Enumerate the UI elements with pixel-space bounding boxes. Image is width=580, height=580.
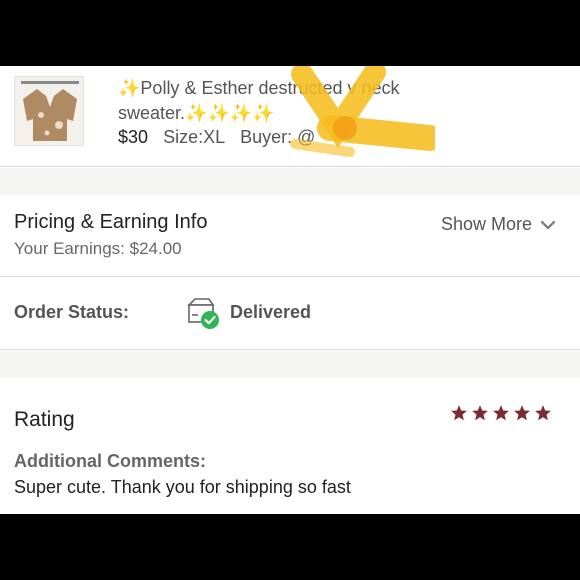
chevron-down-icon — [540, 220, 556, 229]
pricing-title: Pricing & Earning Info — [14, 211, 208, 233]
star-rating — [450, 404, 552, 422]
delivered-package-icon — [187, 298, 219, 329]
show-more-button[interactable]: Show More — [441, 214, 556, 235]
pricing-section: Pricing & Earning Info Your Earnings: $2… — [0, 195, 580, 277]
section-spacer — [0, 168, 580, 195]
listing-thumbnail[interactable] — [14, 76, 84, 146]
order-details-screen: ✨Polly & Esther destructed v neck sweate… — [0, 66, 580, 514]
comments-label: Additional Comments: — [14, 451, 206, 471]
section-spacer — [0, 351, 580, 378]
order-status-section: Order Status: Delivered — [0, 278, 580, 350]
star-icon — [535, 405, 551, 421]
listing-row[interactable]: ✨Polly & Esther destructed v neck sweate… — [0, 66, 580, 167]
listing-price: $30 — [118, 127, 149, 147]
star-icon — [451, 405, 467, 421]
listing-title-line1: Polly & Esther destructed v neck — [140, 78, 400, 98]
comments-text: Super cute. Thank you for shipping so fa… — [14, 477, 351, 497]
listing-title-line2: sweater. — [118, 103, 186, 123]
show-more-label: Show More — [440, 214, 532, 234]
star-icon — [514, 405, 530, 421]
sparkles-icon: ✨✨✨✨ — [185, 103, 275, 123]
order-status-value: Delivered — [230, 302, 312, 322]
listing-meta: $30 Size:XL Buyer: @ — [118, 127, 315, 148]
order-status-label: Order Status: — [14, 302, 130, 322]
listing-title[interactable]: ✨Polly & Esther destructed v neck sweate… — [118, 76, 438, 126]
sparkles-icon: ✨ — [118, 78, 141, 98]
star-icon — [472, 405, 488, 421]
rating-section: Rating Additional Comments: Super cute. … — [0, 378, 580, 514]
rating-title: Rating — [14, 408, 75, 431]
listing-size: Size:XL — [163, 127, 226, 147]
listing-buyer[interactable]: Buyer: @ — [240, 127, 315, 147]
earnings-value: Your Earnings: $24.00 — [14, 239, 182, 258]
star-icon — [493, 405, 509, 421]
